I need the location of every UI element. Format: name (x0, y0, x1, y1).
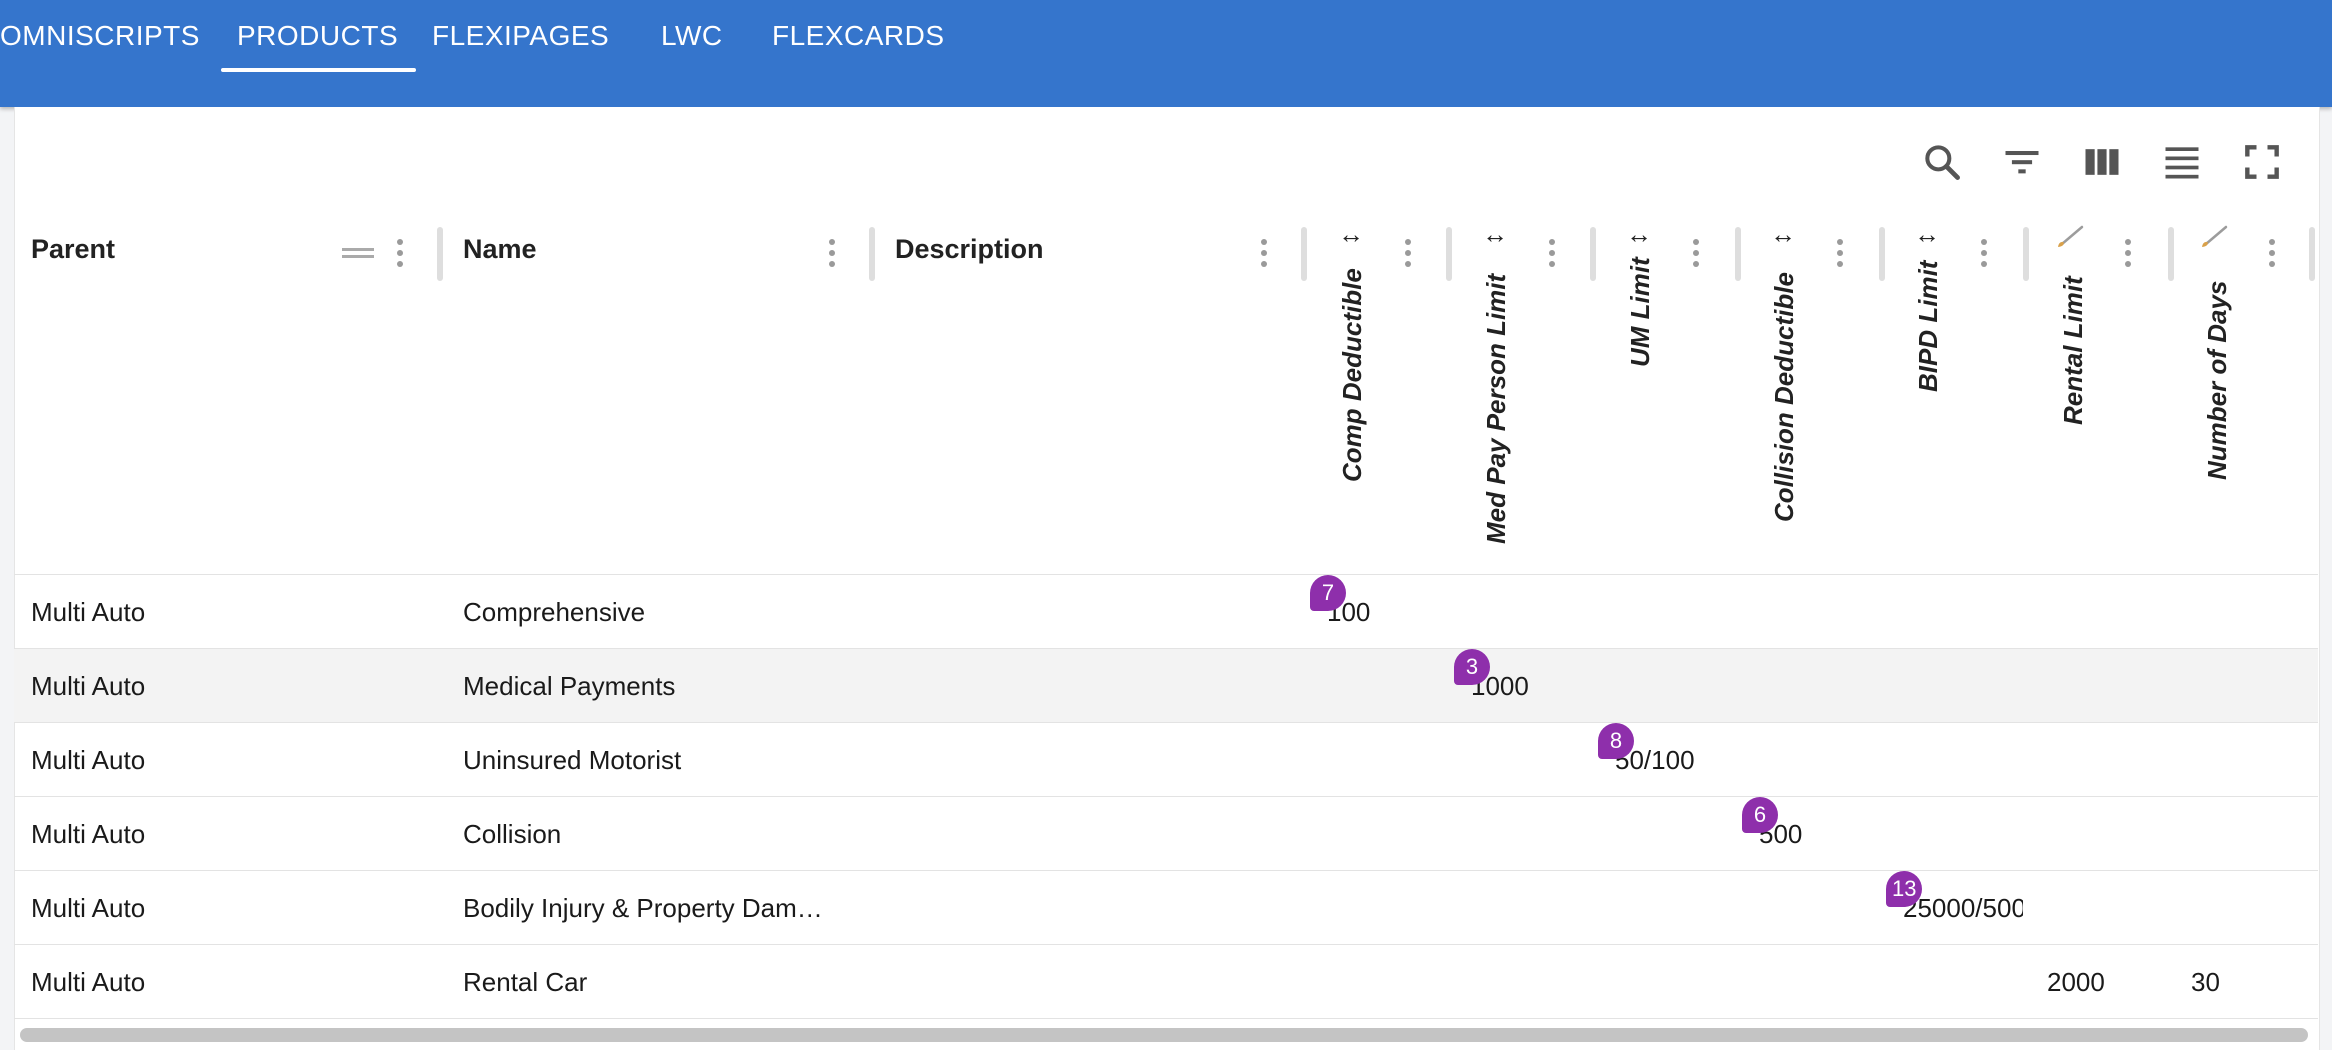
column-menu-icon[interactable] (1692, 239, 1700, 271)
cell-parent: Multi Auto (31, 893, 146, 923)
cell-name: Uninsured Motorist (463, 745, 682, 775)
resize-arrows-icon: ↔ (1770, 219, 1796, 249)
column-resize-handle[interactable] (1590, 227, 1596, 281)
tab-lwc[interactable]: LWC (661, 20, 723, 52)
resize-arrows-icon: ↔ (1482, 219, 1508, 249)
column-resize-handle[interactable] (437, 227, 443, 281)
edit-count-badge: 3 (1454, 649, 1490, 685)
table-row[interactable]: Multi Auto Bodily Injury & Property Dam…… (14, 870, 2318, 944)
cell-parent: Multi Auto (31, 597, 146, 627)
density-icon[interactable] (2160, 140, 2204, 184)
column-menu-icon[interactable] (1836, 239, 1844, 271)
edit-count-badge: 6 (1742, 797, 1778, 833)
table-row[interactable]: Multi Auto Uninsured Motorist 50/100 8 (14, 722, 2318, 796)
column-header-med-pay-person-limit[interactable]: Med Pay Person Limit (1481, 274, 1511, 544)
columns-icon[interactable] (2080, 140, 2124, 184)
column-menu-icon[interactable] (1404, 239, 1412, 271)
cell-bipd-limit: 25000/500 (1903, 893, 2023, 923)
column-resize-handle[interactable] (2023, 227, 2029, 281)
cell-name: Medical Payments (463, 671, 676, 701)
tab-products[interactable]: PRODUCTS (237, 20, 398, 52)
resize-arrows-icon: ↔ (1626, 219, 1652, 249)
brush-icon (2200, 224, 2230, 250)
brush-icon (2056, 224, 2086, 250)
column-header-comp-deductible[interactable]: Comp Deductible (1337, 268, 1367, 482)
search-icon[interactable] (1920, 140, 1964, 184)
column-header-collision-deductible[interactable]: Collision Deductible (1769, 272, 1799, 522)
cell-parent: Multi Auto (31, 671, 146, 701)
cell-name: Comprehensive (463, 597, 646, 627)
cell-name: Rental Car (463, 967, 588, 997)
fullscreen-icon[interactable] (2240, 140, 2284, 184)
active-tab-indicator (221, 68, 416, 72)
column-header-um-limit[interactable]: UM Limit (1625, 257, 1655, 367)
resize-arrows-icon: ↔ (1338, 219, 1364, 249)
drag-handle-icon[interactable] (342, 248, 374, 258)
edit-count-badge: 7 (1310, 575, 1346, 611)
horizontal-scrollbar[interactable] (20, 1028, 2308, 1042)
column-header-description[interactable]: Description (895, 234, 1044, 265)
column-resize-handle[interactable] (2168, 227, 2174, 281)
edit-count-badge: 8 (1598, 723, 1634, 759)
table-row[interactable]: Multi Auto Medical Payments 1000 3 (14, 648, 2318, 722)
column-resize-handle[interactable] (1446, 227, 1452, 281)
column-menu-icon[interactable] (828, 239, 836, 271)
column-menu-icon[interactable] (2124, 239, 2132, 271)
table-row[interactable]: Multi Auto Rental Car 2000 30 (14, 944, 2318, 1019)
cell-number-of-days: 30 (2191, 967, 2220, 997)
column-header-name[interactable]: Name (463, 234, 537, 265)
cell-name: Bodily Injury & Property Dam… (463, 893, 823, 923)
table-row[interactable]: Multi Auto Comprehensive 100 7 (14, 574, 2318, 648)
cell-rental-limit: 2000 (2047, 967, 2105, 997)
cell-parent: Multi Auto (31, 819, 146, 849)
filter-icon[interactable] (2000, 140, 2044, 184)
top-nav-bar: OMNISCRIPTS PRODUCTS FLEXIPAGES LWC FLEX… (0, 0, 2332, 107)
column-header-bipd-limit[interactable]: BIPD Limit (1913, 261, 1943, 392)
tab-flexcards[interactable]: FLEXCARDS (772, 20, 945, 52)
column-resize-handle[interactable] (1879, 227, 1885, 281)
tab-omniscripts[interactable]: OMNISCRIPTS (0, 20, 200, 52)
column-resize-handle[interactable] (2309, 227, 2315, 281)
column-resize-handle[interactable] (869, 227, 875, 281)
cell-parent: Multi Auto (31, 745, 146, 775)
tab-flexipages[interactable]: FLEXIPAGES (432, 20, 609, 52)
column-menu-icon[interactable] (1980, 239, 1988, 271)
cell-name: Collision (463, 819, 562, 849)
column-header-rental-limit[interactable]: Rental Limit (2058, 276, 2088, 425)
column-header-number-of-days[interactable]: Number of Days (2202, 281, 2232, 480)
column-menu-icon[interactable] (1548, 239, 1556, 271)
table-row[interactable]: Multi Auto Collision 500 6 (14, 796, 2318, 870)
column-resize-handle[interactable] (1301, 227, 1307, 281)
column-resize-handle[interactable] (1735, 227, 1741, 281)
column-menu-icon[interactable] (2268, 239, 2276, 271)
column-header-parent[interactable]: Parent (31, 234, 115, 265)
resize-arrows-icon: ↔ (1914, 219, 1940, 249)
column-menu-icon[interactable] (1260, 239, 1268, 271)
column-menu-icon[interactable] (396, 239, 404, 271)
cell-parent: Multi Auto (31, 967, 146, 997)
